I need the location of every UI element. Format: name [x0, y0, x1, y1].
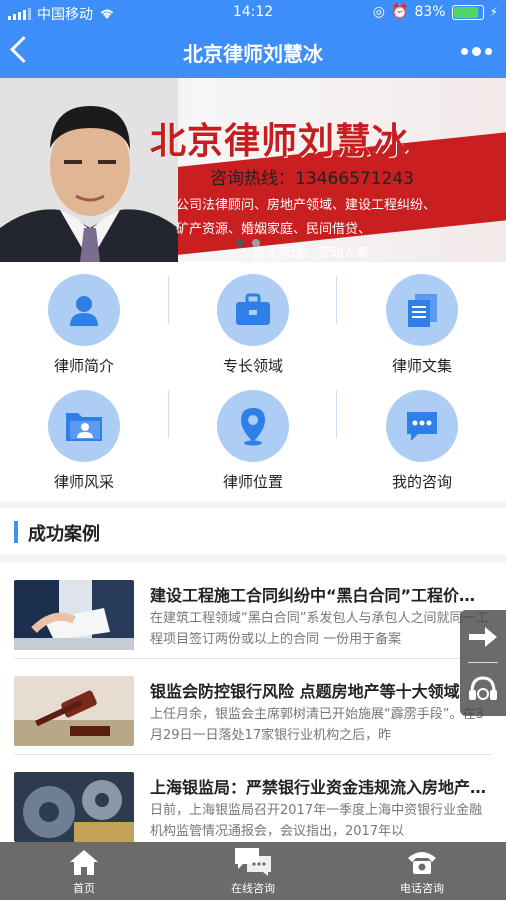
- case-title: 建设工程施工合同纠纷中“黑白合同”工程价款的结算: [150, 586, 490, 605]
- banner-hotline: 咨询热线：13466571243: [210, 169, 414, 189]
- status-time: 14:12: [232, 4, 274, 20]
- share-arrow-icon[interactable]: [465, 622, 501, 652]
- grid-item-label: 我的咨询: [391, 473, 452, 491]
- case-title: 银监会防控银行风险 点题房地产等十大领域: [150, 682, 460, 701]
- phone-icon: [408, 852, 436, 874]
- list-item[interactable]: 建设工程施工合同纠纷中“黑白合同”工程价款的结算 在建筑工程领域“黑白合同”系发…: [14, 562, 494, 654]
- grid-item-location[interactable]: 律师位置: [169, 378, 337, 494]
- section-header: 成功案例: [0, 508, 506, 554]
- banner-services: 公司法律顾问、房地产领域、建设工程纠纷、 矿产资源、婚姻家庭、民间借贷、 物业管…: [176, 194, 496, 262]
- list-item[interactable]: 银监会防控银行风险 点题房地产等十大领域 上任月余，银监会主席郭树清已开始施展“…: [14, 658, 494, 750]
- tab-label: 首页: [73, 882, 95, 895]
- charging-icon: ⚡: [489, 5, 498, 19]
- case-list: 建设工程施工合同纠纷中“黑白合同”工程价款的结算 在建筑工程领域“黑白合同”系发…: [0, 562, 506, 842]
- grid-item-label: 律师位置: [222, 473, 283, 491]
- folder-person-icon: [66, 413, 102, 441]
- section-accent-bar: [14, 521, 18, 543]
- chat-bubble-icon: [407, 412, 437, 441]
- tab-label: 在线咨询: [231, 882, 275, 895]
- lawyer-portrait: [0, 78, 178, 262]
- grid-item-label: 律师风采: [53, 473, 114, 491]
- grid-item-label: 专长领域: [222, 357, 283, 375]
- list-item[interactable]: 上海银监局：严禁银行业资金违规流入房地产市场 日前，上海银监局召开2017年一季…: [14, 754, 494, 842]
- tab-home[interactable]: 首页: [0, 842, 168, 900]
- battery-percent: 83%: [414, 4, 446, 20]
- section-title: 成功案例: [28, 524, 100, 545]
- case-desc: 上任月余，银监会主席郭树清已开始施展“霹雳手段”。在3月29日一日落处17家银行…: [150, 707, 484, 743]
- tab-online-consult[interactable]: 在线咨询: [169, 842, 337, 900]
- banner-carousel[interactable]: 北京律师刘慧冰 咨询热线：13466571243 公司法律顾问、房地产领域、建设…: [0, 78, 506, 262]
- case-thumbnail: [14, 580, 134, 650]
- banner-service-line: 物业管理、劳动人事: [252, 246, 370, 261]
- case-desc: 在建筑工程领域“黑白合同”系发包人与承包人之间就同一工程项目签订两份或以上的合同…: [150, 611, 489, 647]
- status-bar: 中国移动 14:12 ◎ ⏰ 83% ⚡: [0, 0, 506, 26]
- briefcase-icon: [236, 293, 270, 325]
- page-title: 北京律师刘慧冰: [183, 42, 323, 66]
- float-separator: [468, 662, 498, 663]
- grid-item-expertise[interactable]: 专长领域: [169, 262, 337, 378]
- case-thumbnail: [14, 772, 134, 842]
- nav-bar: 北京律师刘慧冰: [0, 26, 506, 78]
- grid-item-articles[interactable]: 律师文集: [338, 262, 506, 378]
- carousel-dot[interactable]: [252, 239, 260, 247]
- banner-service-line: 矿产资源、婚姻家庭、民间借贷、: [176, 222, 372, 237]
- tab-bar: 首页 在线咨询 电话咨询: [0, 842, 506, 900]
- banner-headline: 北京律师刘慧冰: [150, 121, 410, 162]
- home-icon: [70, 850, 98, 875]
- tab-phone-consult[interactable]: 电话咨询: [338, 842, 506, 900]
- feature-grid: 律师简介 专长领域 律师文集 律师风采 律师位置 我的咨询: [0, 262, 506, 502]
- battery-icon: [451, 4, 484, 20]
- documents-icon: [408, 294, 437, 327]
- case-desc: 日前，上海银监局召开2017年一季度上海中资银行业金融机构监管情况通报会，会议指…: [150, 803, 483, 839]
- alarm-icon: ⏰: [391, 4, 409, 20]
- tab-label: 电话咨询: [400, 882, 444, 895]
- grid-item-label: 律师简介: [53, 357, 114, 375]
- rotation-lock-icon: ◎: [372, 4, 385, 20]
- person-icon: [70, 296, 98, 326]
- case-title: 上海银监局：严禁银行业资金违规流入房地产市场: [150, 778, 490, 797]
- floating-actions: [460, 610, 506, 716]
- chat-icon: [235, 848, 271, 876]
- more-dots-icon[interactable]: [461, 47, 492, 56]
- grid-item-label: 律师文集: [391, 357, 452, 375]
- headset-icon[interactable]: [466, 672, 500, 706]
- grid-item-gallery[interactable]: 律师风采: [0, 378, 168, 494]
- banner-service-line: 公司法律顾问、房地产领域、建设工程纠纷、: [176, 198, 437, 213]
- grid-item-consult[interactable]: 我的咨询: [338, 378, 506, 494]
- location-pin-icon: [241, 408, 265, 446]
- carousel-dots: [236, 239, 260, 247]
- carousel-dot[interactable]: [236, 239, 244, 247]
- case-thumbnail: [14, 676, 134, 746]
- grid-item-profile[interactable]: 律师简介: [0, 262, 168, 378]
